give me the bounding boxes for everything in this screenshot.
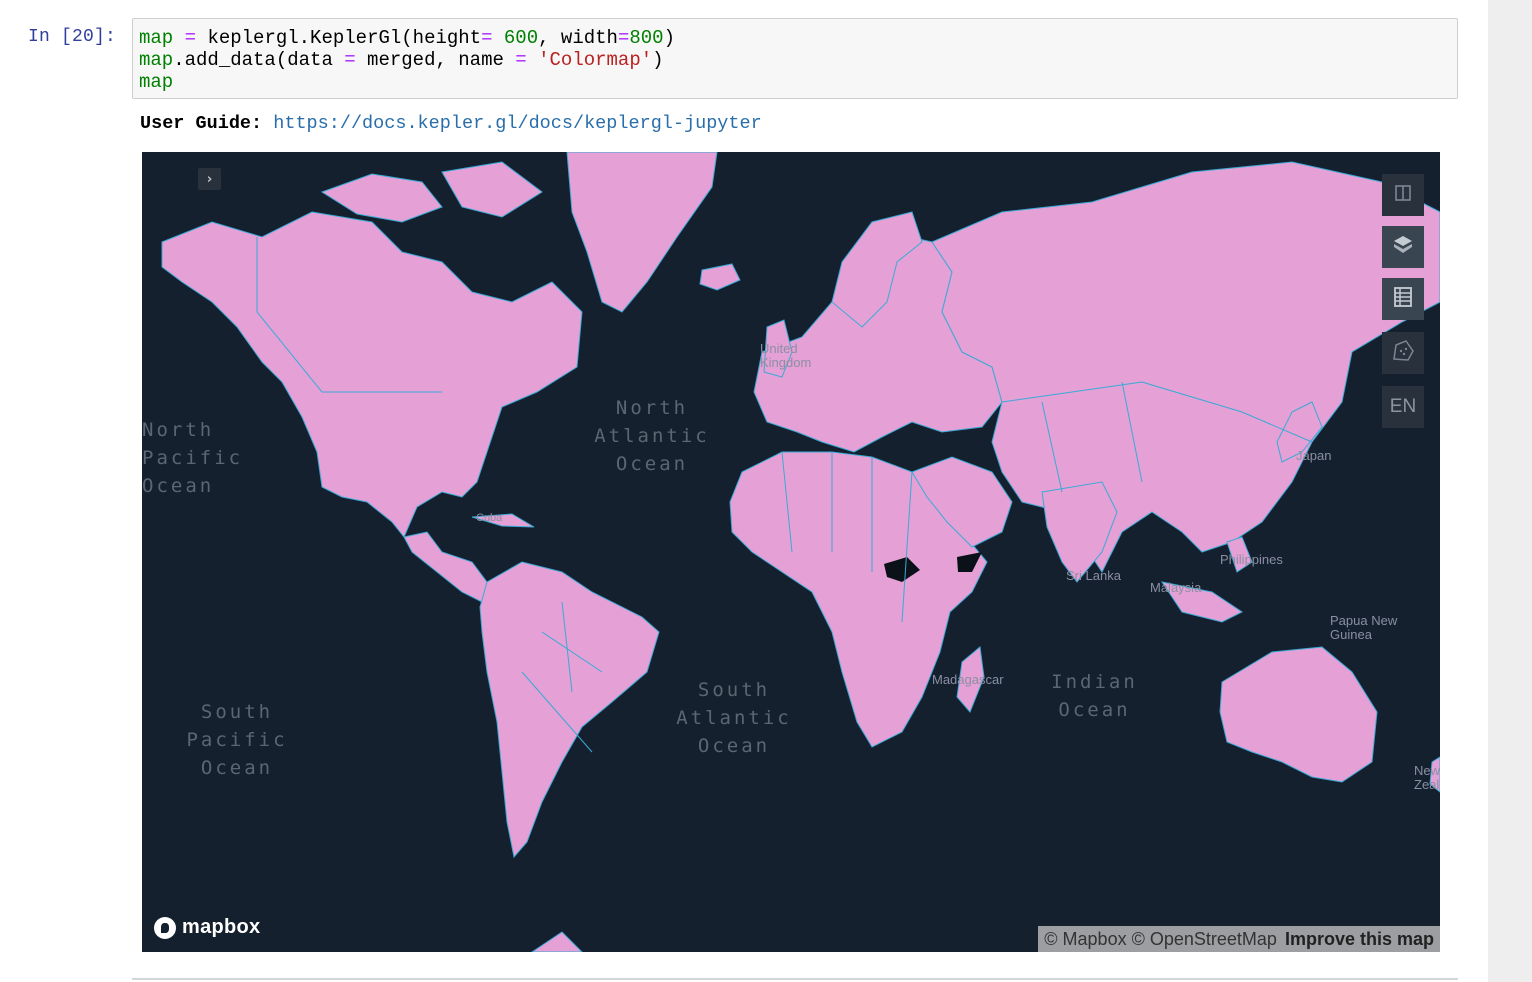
language-label: EN bbox=[1389, 396, 1417, 417]
language-button[interactable]: EN bbox=[1382, 386, 1424, 428]
cell-divider bbox=[132, 978, 1458, 980]
draw-polygon-button[interactable] bbox=[1382, 332, 1424, 374]
country-shape bbox=[1041, 481, 1118, 583]
ocean-label-south-pacific: South Pacific Ocean bbox=[186, 701, 288, 779]
ocean-label-south-atlantic: South Atlantic Ocean bbox=[676, 679, 792, 757]
mapbox-logo-text: mapbox bbox=[182, 916, 261, 938]
country-shape bbox=[161, 211, 583, 538]
code-token: .add_data(data bbox=[173, 49, 345, 71]
code-token: , width bbox=[538, 27, 618, 49]
split-map-button[interactable] bbox=[1382, 174, 1424, 216]
code-token: = bbox=[344, 49, 356, 71]
code-line-3: map bbox=[139, 71, 173, 93]
improve-map-link[interactable]: Improve this map bbox=[1285, 929, 1434, 950]
place-label: Cuba bbox=[476, 512, 503, 524]
layers-icon bbox=[1392, 234, 1414, 261]
country-shape bbox=[566, 152, 718, 313]
code-token: = bbox=[481, 27, 493, 49]
country-shape bbox=[441, 161, 543, 218]
code-token: keplergl.KeplerGl(height bbox=[207, 27, 482, 49]
code-cell-editor[interactable]: map = keplergl.KeplerGl(height= 600, wid… bbox=[132, 18, 1458, 99]
country-shape bbox=[479, 561, 660, 859]
code-token: map bbox=[139, 49, 174, 71]
notebook-area: In [20]: map = keplergl.KeplerGl(height=… bbox=[0, 0, 1488, 982]
scrollbar-gutter[interactable] bbox=[1488, 0, 1532, 982]
code-token: 600 bbox=[492, 27, 539, 49]
country-shape bbox=[320, 173, 443, 223]
draw-polygon-icon bbox=[1390, 339, 1416, 368]
attribution-mapbox-link[interactable]: © Mapbox bbox=[1044, 929, 1126, 950]
kepler-map[interactable]: North Pacific Ocean North Atlantic Ocean… bbox=[142, 152, 1440, 952]
cell-prompt: In [20]: bbox=[28, 27, 117, 47]
code-token: merged, name bbox=[355, 49, 516, 71]
code-token: map bbox=[139, 71, 174, 93]
mapbox-logo[interactable]: mapbox bbox=[154, 916, 260, 939]
country-shape bbox=[1219, 646, 1378, 783]
ocean-label-north-atlantic: North Atlantic Ocean bbox=[594, 397, 710, 475]
place-label: New Zealand bbox=[1414, 763, 1440, 792]
user-guide-label: User Guide: bbox=[140, 113, 263, 134]
code-token: = bbox=[173, 27, 208, 49]
place-label: United Kingdom bbox=[760, 341, 812, 370]
code-token: = bbox=[515, 49, 527, 71]
code-token: 800 bbox=[629, 27, 664, 49]
user-guide-link[interactable]: https://docs.kepler.gl/docs/keplergl-jup… bbox=[273, 113, 761, 134]
code-token: = bbox=[617, 27, 630, 49]
code-token: map bbox=[139, 27, 174, 49]
code-token: 'Colormap' bbox=[538, 49, 653, 71]
data-table-icon bbox=[1393, 286, 1413, 313]
place-label: Sri Lanka bbox=[1066, 568, 1121, 583]
code-token: ) bbox=[652, 49, 664, 71]
data-table-button[interactable] bbox=[1382, 278, 1424, 320]
split-map-icon bbox=[1394, 184, 1412, 207]
place-label: Japan bbox=[1296, 448, 1332, 463]
ocean-label-indian: Indian Ocean bbox=[1051, 671, 1138, 721]
country-shape bbox=[699, 263, 741, 291]
place-label: Madagascar bbox=[932, 672, 1004, 687]
place-label: Papua New Guinea bbox=[1330, 613, 1398, 642]
layers-button[interactable] bbox=[1382, 226, 1424, 268]
code-token: ) bbox=[663, 27, 675, 49]
code-line-1: map = keplergl.KeplerGl(height= 600, wid… bbox=[139, 27, 675, 49]
attribution-osm-link[interactable]: © OpenStreetMap bbox=[1132, 929, 1277, 950]
place-label: Philippines bbox=[1220, 552, 1283, 567]
code-line-2: map.add_data(data = merged, name = 'Colo… bbox=[139, 49, 664, 71]
ocean-label-north-pacific: North Pacific Ocean bbox=[142, 419, 244, 497]
user-guide: User Guide: https://docs.kepler.gl/docs/… bbox=[140, 112, 762, 136]
country-shape bbox=[531, 931, 583, 952]
mapbox-logo-icon bbox=[154, 916, 176, 939]
side-panel-toggle-button[interactable]: › bbox=[198, 168, 221, 190]
map-attribution: © Mapbox © OpenStreetMap Improve this ma… bbox=[1038, 926, 1440, 952]
place-label: Malaysia bbox=[1150, 580, 1202, 595]
